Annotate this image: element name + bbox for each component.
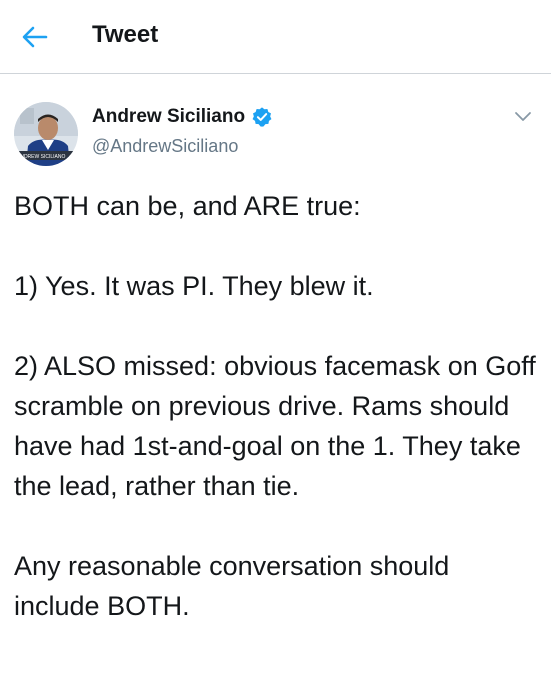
user-handle[interactable]: @AndrewSiciliano bbox=[92, 134, 238, 158]
avatar[interactable]: ANDREW SICILIANO bbox=[14, 102, 78, 166]
arrow-left-icon bbox=[22, 26, 48, 48]
top-bar: Tweet bbox=[0, 0, 551, 74]
tweet-body: BOTH can be, and ARE true: 1) Yes. It wa… bbox=[14, 186, 542, 626]
tweet-paragraph: 2) ALSO missed: obvious facemask on Goff… bbox=[14, 351, 536, 501]
page-title: Tweet bbox=[92, 21, 159, 48]
display-name[interactable]: Andrew Siciliano bbox=[92, 104, 245, 130]
back-button[interactable] bbox=[20, 22, 50, 52]
chevron-down-icon bbox=[515, 112, 531, 121]
avatar-image: ANDREW SICILIANO bbox=[14, 102, 78, 166]
tweet-paragraph: 1) Yes. It was PI. They blew it. bbox=[14, 271, 374, 301]
tweet-paragraph: BOTH can be, and ARE true: bbox=[14, 191, 361, 221]
tweet-paragraph: Any reasonable conversation should inclu… bbox=[14, 551, 450, 621]
tweet-author: ANDREW SICILIANO Andrew Siciliano @Andre… bbox=[0, 90, 551, 170]
name-row: Andrew Siciliano bbox=[92, 104, 273, 130]
verified-badge-icon bbox=[252, 107, 272, 127]
tweet-menu-button[interactable] bbox=[511, 106, 535, 126]
avatar-caption: ANDREW SICILIANO bbox=[17, 154, 65, 160]
